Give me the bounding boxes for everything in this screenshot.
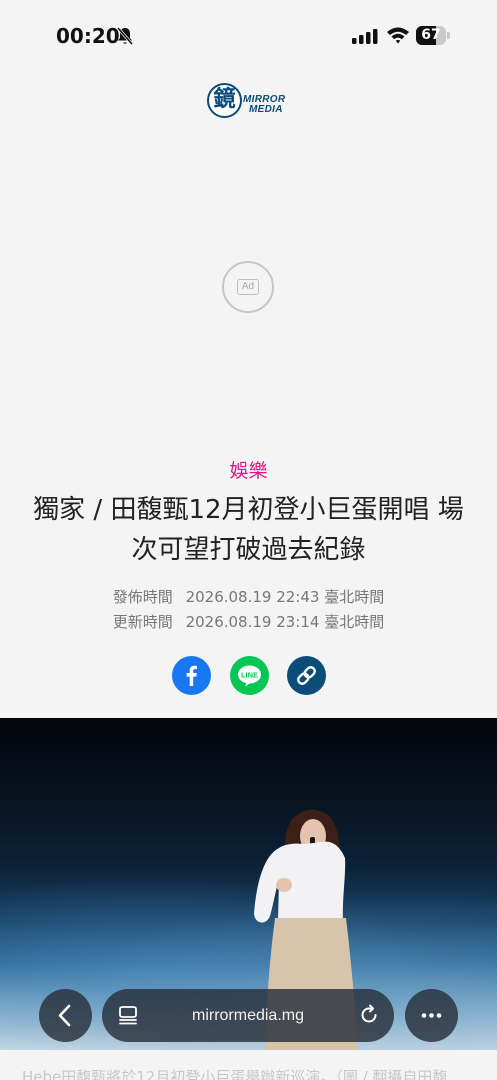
status-time: 00:20 — [56, 24, 120, 48]
updated-label: 更新時間 — [112, 613, 173, 631]
address-bar[interactable]: mirrormedia.mg — [102, 989, 394, 1042]
published-info: 發佈時間 2026.08.19 22:43 臺北時間 — [0, 586, 497, 607]
battery-level: 67 — [421, 27, 441, 43]
battery-indicator: 67 — [416, 26, 450, 45]
published-time: 2026.08.19 22:43 臺北時間 — [185, 588, 385, 606]
ad-label: Ad — [237, 279, 259, 295]
share-facebook-button[interactable] — [172, 656, 211, 695]
article-title: 獨家 / 田馥甄12月初登小巨蛋開唱 場次可望打破過去紀錄 — [33, 495, 464, 565]
category-tag[interactable]: 娛樂 — [0, 456, 497, 483]
updated-info: 更新時間 2026.08.19 23:14 臺北時間 — [0, 611, 497, 632]
ellipsis-icon — [421, 1013, 442, 1018]
mirror-media-logo[interactable]: 鏡 MIRROR MEDIA — [207, 83, 293, 119]
updated-time: 2026.08.19 23:14 臺北時間 — [185, 613, 385, 631]
line-icon: LINE — [238, 665, 261, 687]
published-label: 發佈時間 — [112, 588, 173, 606]
image-caption: Hebe田馥甄將於12月初登小巨蛋舉辦新巡演。（圖 / 翻攝自田馥 — [22, 1068, 448, 1080]
more-options-button[interactable] — [405, 989, 458, 1042]
back-button[interactable] — [39, 989, 92, 1042]
ad-placeholder[interactable]: Ad — [222, 261, 274, 313]
chevron-left-icon — [58, 1004, 71, 1027]
share-link-button[interactable] — [287, 656, 326, 695]
bell-off-icon — [116, 27, 134, 45]
status-bar: 00:20 67 — [0, 0, 497, 70]
share-line-button[interactable]: LINE — [230, 656, 269, 695]
line-label: LINE — [241, 670, 258, 679]
url-text[interactable]: mirrormedia.mg — [152, 989, 344, 1042]
tabs-icon[interactable] — [118, 1005, 138, 1025]
link-icon — [297, 666, 316, 685]
logo-line2: MEDIA — [249, 104, 283, 115]
reload-icon[interactable] — [358, 1004, 380, 1026]
cellular-signal-icon — [352, 29, 378, 44]
wifi-icon — [387, 27, 409, 44]
facebook-icon — [186, 665, 197, 686]
